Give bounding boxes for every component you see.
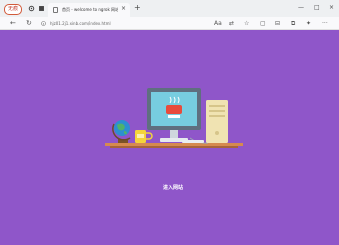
favorites-bar-icon[interactable]: ⊟ bbox=[275, 19, 280, 28]
tab-active[interactable]: 首页 - welcome to ngrok 网站 × bbox=[48, 3, 130, 17]
keyboard-icon bbox=[182, 140, 204, 143]
computer-tower-icon bbox=[206, 100, 228, 143]
read-aloud-icon[interactable]: Aa bbox=[214, 19, 222, 28]
more-menu-icon[interactable]: ··· bbox=[322, 19, 328, 28]
back-icon[interactable]: ← bbox=[10, 19, 16, 28]
desk-illustration bbox=[105, 88, 243, 148]
page-content: 进入网站 bbox=[0, 30, 339, 245]
collections-icon[interactable]: ⧉ bbox=[291, 19, 295, 28]
new-tab-button[interactable]: + bbox=[134, 3, 141, 13]
refresh-icon[interactable]: ↻ bbox=[26, 19, 32, 28]
monitor-icon bbox=[147, 88, 201, 142]
globe-icon bbox=[112, 120, 131, 143]
page-icon bbox=[53, 7, 58, 13]
address-bar[interactable]: hjz01.2j1.xinb.com/index.html bbox=[50, 20, 111, 27]
desk-edge bbox=[110, 146, 238, 148]
enter-site-link[interactable]: 进入网站 bbox=[158, 184, 188, 192]
tab-close-icon[interactable]: × bbox=[121, 5, 126, 12]
tab-title: 首页 - welcome to ngrok 网站 bbox=[62, 7, 118, 12]
desk-top bbox=[105, 143, 243, 146]
profile-button[interactable]: 无痕 bbox=[4, 4, 23, 15]
extensions-icon[interactable]: ✦ bbox=[306, 19, 311, 28]
profile-label: 无痕 bbox=[8, 6, 19, 12]
mug-icon bbox=[135, 130, 153, 143]
browser-title-bar: 无痕 首页 - welcome to ngrok 网站 × + — □ × bbox=[0, 0, 339, 17]
split-screen-icon[interactable]: ▢ bbox=[260, 19, 266, 28]
translate-icon[interactable]: ⇄ bbox=[229, 19, 234, 28]
settings-icon[interactable] bbox=[28, 5, 35, 12]
browser-toolbar: ← ↻ hjz01.2j1.xinb.com/index.html Aa ⇄ ☆… bbox=[0, 17, 339, 30]
site-info-icon[interactable] bbox=[41, 21, 46, 26]
minimize-button[interactable]: — bbox=[298, 3, 304, 13]
close-window-button[interactable]: × bbox=[329, 3, 334, 13]
maximize-button[interactable]: □ bbox=[314, 3, 320, 13]
tab-actions-icon[interactable] bbox=[38, 5, 45, 12]
favorite-icon[interactable]: ☆ bbox=[244, 19, 249, 28]
